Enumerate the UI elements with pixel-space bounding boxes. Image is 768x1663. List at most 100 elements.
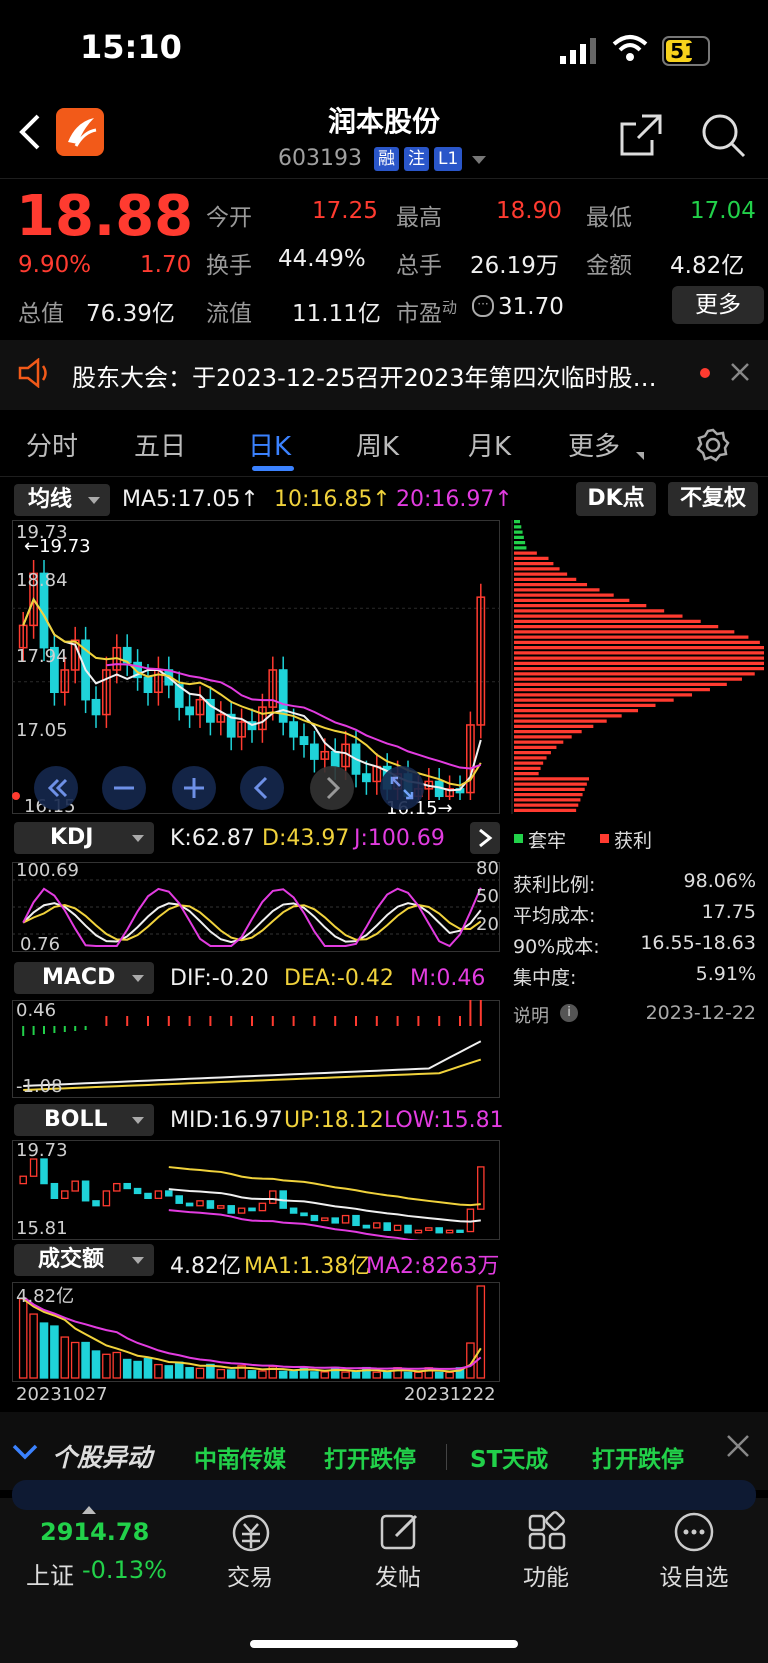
chip-stat-value: 16.55-18.63 [640,932,756,954]
chip-bar [514,782,587,786]
boll-candle [144,1192,152,1200]
boll-candle [352,1214,360,1227]
turnover-value: 44.49% [278,246,366,272]
chip-bar [514,793,583,797]
ticker-item[interactable]: ST天成 [470,1440,548,1474]
tab-intraday[interactable]: 分时 [26,426,78,463]
info-circle-icon[interactable]: i [560,1004,578,1022]
chip-bar [514,787,585,791]
watchlist-icon[interactable] [672,1510,716,1558]
expand-panel-button[interactable] [470,822,500,854]
post-icon[interactable] [378,1510,422,1558]
chip-bar [514,593,614,597]
date-end: 20231222 [404,1384,496,1405]
chip-bar [514,724,594,728]
tab-monthly-k[interactable]: 月K [468,426,511,463]
candle [91,698,101,716]
chip-bar [514,630,735,634]
volume-selector[interactable]: 成交额 [14,1244,154,1276]
prev-button[interactable] [240,766,284,810]
info-icon[interactable]: ··· [472,295,494,317]
chip-bar [514,745,557,749]
boll-low-line [168,1209,420,1240]
chip-bar [514,677,742,681]
volume-bar [164,1365,174,1379]
legend-profit-swatch [600,834,609,843]
chip-note-label[interactable]: 说明 [513,1002,549,1028]
more-button[interactable]: 更多 [672,286,764,324]
chip-bar [514,719,607,723]
index-value[interactable]: 2914.78 [40,1518,149,1546]
dk-point-button[interactable]: DK点 [576,482,656,516]
nav-post[interactable]: 发帖 [348,1558,448,1592]
index-name[interactable]: 上证 [26,1556,74,1591]
share-icon[interactable] [618,112,664,162]
zoom-out-button[interactable] [102,766,146,810]
legend-trap-label: 套牢 [528,830,567,852]
volume-chart [12,1282,500,1382]
next-button[interactable] [310,766,354,810]
change-amount: 1.70 [140,252,192,278]
chip-bar [514,577,577,581]
nav-watchlist[interactable]: 设自选 [644,1558,744,1592]
candle [185,706,194,716]
trade-icon[interactable] [228,1510,274,1560]
boll-candle [81,1180,90,1202]
ticker-item[interactable]: 打开跌停 [324,1440,416,1474]
ticker-item[interactable]: 打开跌停 [592,1440,684,1474]
fuquan-button[interactable]: 不复权 [668,482,758,516]
chip-bar [514,761,544,765]
ticker-item[interactable]: 中南传媒 [194,1440,286,1474]
tab-weekly-k[interactable]: 周K [356,426,399,463]
chip-bar [514,667,764,671]
index-up-triangle-icon [82,1506,96,1514]
dropdown-icon[interactable] [472,156,486,164]
volume-y-top: 4.82亿 [16,1286,75,1307]
boll-candle [29,1158,38,1177]
index-change[interactable]: -0.13% [82,1556,167,1584]
macd-selector[interactable]: MACD [14,962,154,994]
tab-more[interactable]: 更多 [568,426,620,463]
close-ticker-icon[interactable] [724,1432,752,1464]
volume-bar [226,1369,236,1379]
chip-stat-value: 98.06% [683,870,756,892]
high-value: 18.90 [496,198,562,224]
volume-bar [372,1371,382,1379]
search-icon[interactable] [700,112,748,164]
boll-candle [331,1217,339,1224]
rewind-button[interactable] [34,766,78,810]
legend-profit-label: 获利 [614,830,653,852]
kdj-k-value: K:62.87 [170,826,255,851]
functions-icon[interactable] [526,1510,570,1558]
boll-candle [300,1212,308,1217]
chip-bar [514,751,551,755]
volume-bar [91,1350,101,1379]
ma-selector[interactable]: 均线 [14,484,110,516]
chip-bar [514,556,549,560]
volume-bar [195,1367,205,1379]
fullscreen-button[interactable] [380,766,424,810]
notice-text[interactable]: 股东大会：于2023-12-25召开2023年第四次临时股东大会 [72,358,672,393]
tab-daily-k[interactable]: 日K [248,426,291,463]
ticker-divider [446,1444,447,1470]
change-percent: 9.90% [18,252,92,278]
volume-bar [362,1366,371,1379]
nav-trade[interactable]: 交易 [200,1558,300,1592]
close-icon[interactable] [730,362,750,386]
chip-bar [514,646,764,650]
mcap-label: 总值 [18,301,64,327]
open-value: 17.25 [312,198,378,224]
chip-date: 2023-12-22 [645,1002,756,1024]
chip-bar [514,688,710,692]
high-label: 最高 [396,205,442,231]
tab-five-day[interactable]: 五日 [134,426,186,463]
collapse-icon[interactable] [12,1442,38,1466]
kdj-selector[interactable]: KDJ [14,822,154,854]
gear-icon[interactable] [696,428,730,466]
boll-selector[interactable]: BOLL [14,1104,154,1136]
nav-functions[interactable]: 功能 [496,1558,596,1592]
kdj-level: 50 [476,886,499,907]
zoom-in-button[interactable] [172,766,216,810]
boll-candle [341,1214,350,1224]
chip-bar [514,714,622,718]
